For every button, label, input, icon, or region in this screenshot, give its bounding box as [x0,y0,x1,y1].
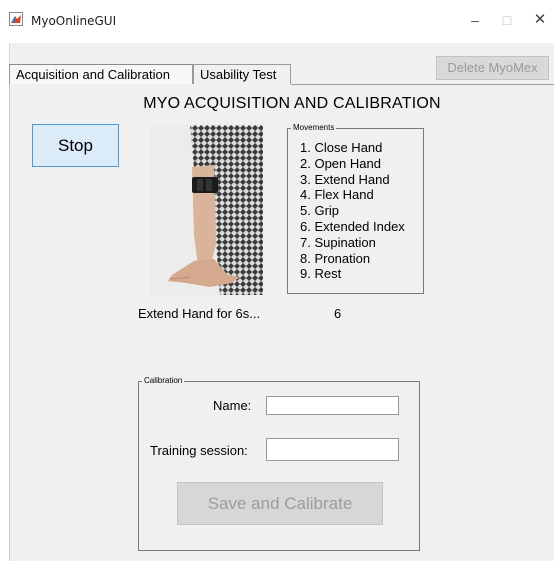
forearm-photo [150,125,263,295]
list-item: 5. Grip [300,203,340,219]
list-item: 3. Extend Hand [300,171,390,187]
minimize-icon[interactable]: – [460,10,490,30]
list-item: 9. Rest [300,266,342,282]
training-session-label: Training session: [150,443,248,458]
tab-strip-border [291,84,554,85]
list-item: 6. Extended Index [300,218,405,234]
movements-group-label: Movements [291,123,337,132]
calibration-group-label: Calibration [142,376,185,385]
name-label: Name: [213,398,252,413]
list-item: 1. Close Hand [300,140,383,155]
movements-list: 1. Close Hand 2. Open Hand 3. Extend Han… [300,140,405,282]
tab-usability-test[interactable]: Usability Test [193,64,291,84]
page-title: MYO ACQUISITION AND CALIBRATION [143,95,441,112]
close-icon[interactable]: ✕ [525,10,554,30]
stop-button[interactable]: Stop [32,124,119,167]
list-item: 2. Open Hand [300,155,381,171]
list-item: 8. Pronation [300,250,371,266]
tab-panel-left-border [9,84,10,561]
list-item: 4. Flex Hand [300,187,374,203]
training-session-field[interactable] [266,438,399,461]
window-title: MyoOnlineGUI [31,14,117,28]
maximize-icon[interactable]: □ [492,10,522,30]
tab-acquisition-calibration[interactable]: Acquisition and Calibration [9,64,193,84]
acquisition-status-text: Extend Hand for 6s... [138,306,261,321]
name-field[interactable] [266,396,399,415]
list-item: 7. Supination [300,234,376,250]
delete-myomex-button[interactable]: Delete MyoMex [436,56,549,80]
matlab-app-icon [9,12,23,26]
save-and-calibrate-button[interactable]: Save and Calibrate [177,482,383,525]
countdown-value: 6 [334,306,342,321]
